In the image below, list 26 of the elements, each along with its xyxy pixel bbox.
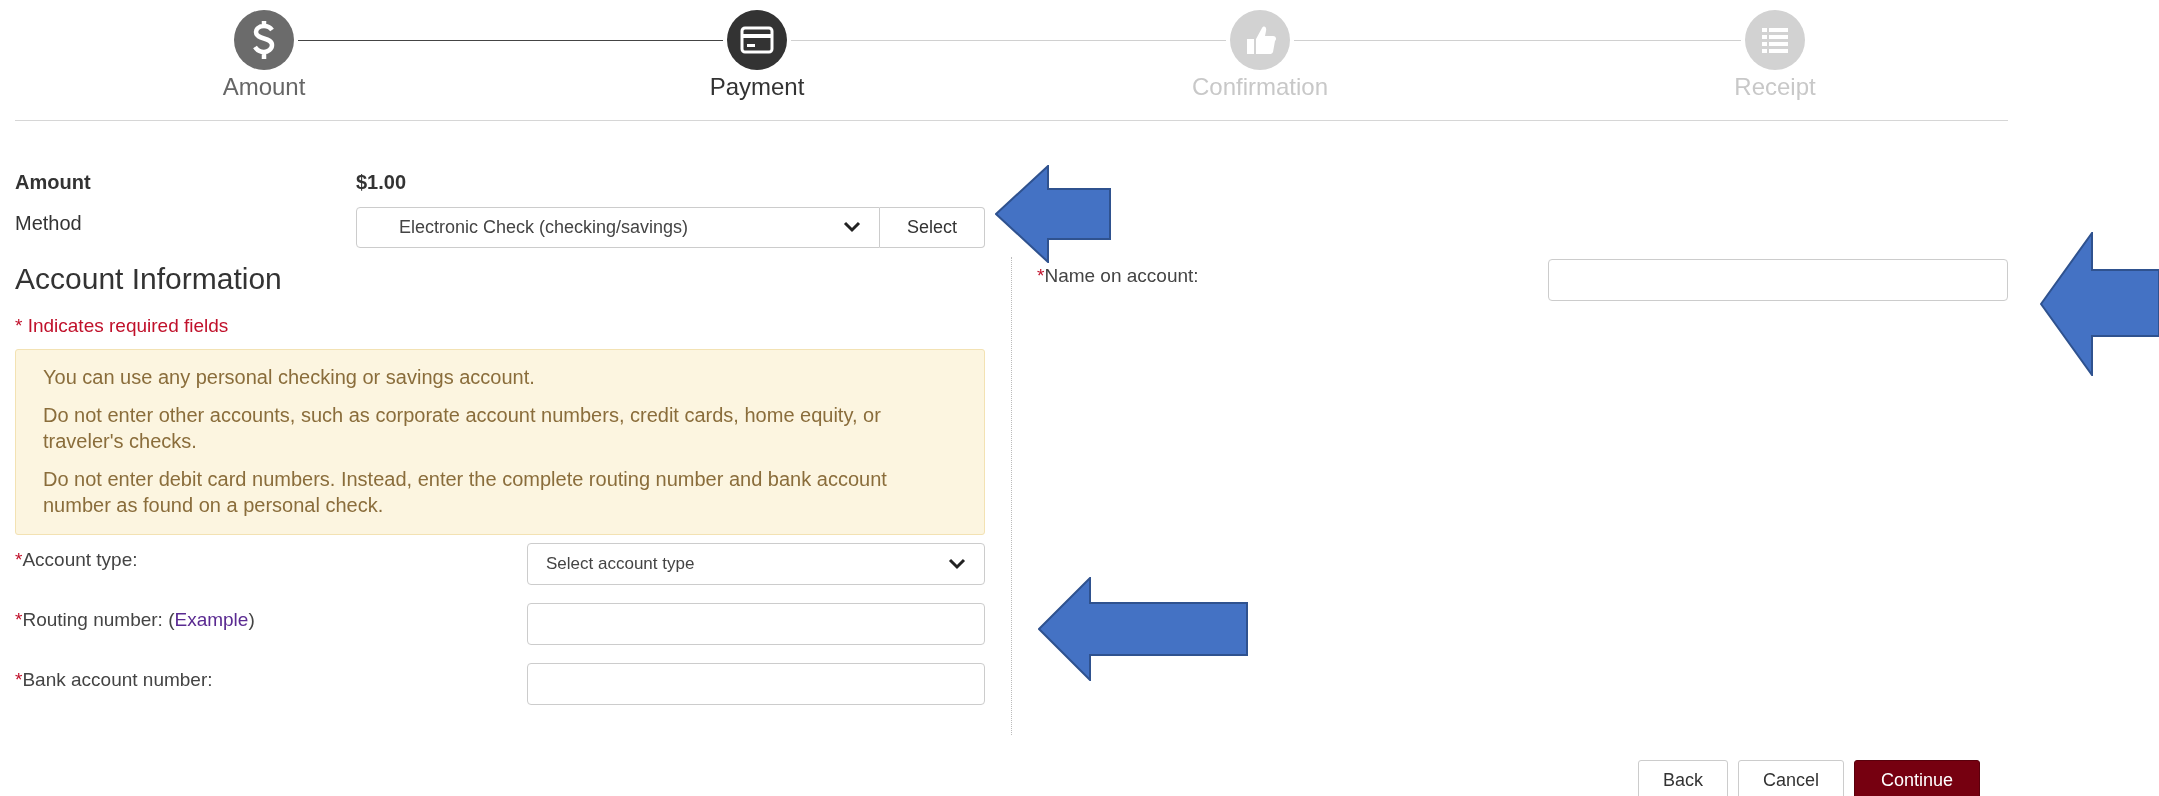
select-button[interactable]: Select [880,206,985,248]
secondary-button[interactable]: Back [1637,760,1728,796]
step-label: Amount [222,72,306,102]
field-label: *Bank account number: [15,668,214,692]
field-label: *Account type: [15,548,139,572]
notice-text: Do not enter other accounts, such as corporate account numbers, credit cards, home equity, or traveler's checks. [43,403,882,454]
section-heading: Account Information [15,261,283,297]
step-label: Payment [709,72,805,102]
required-note: * Indicates required fields [15,314,230,338]
account-type-dropdown[interactable]: Select account type [527,543,985,585]
continue-button[interactable]: Continue [1853,760,1980,796]
notice-text: Do not enter debit card numbers. Instead, enter the complete routing number and bank account number as found on a personal check. [43,467,888,518]
method-dropdown[interactable]: Electronic Check (checking/savings) [356,206,880,248]
input-field[interactable] [527,603,985,645]
input-field[interactable] [527,663,985,705]
field-label: *Routing number: (Example) [15,608,256,632]
notice-text: You can use any personal checking or savings account. [43,365,536,390]
amount-label: Amount [15,170,92,195]
input-field[interactable] [1548,259,2008,301]
method-label: Method [15,211,83,236]
example-link[interactable]: Example [174,609,249,630]
amount-value: $1.00 [356,170,407,195]
secondary-button[interactable]: Cancel [1737,760,1844,796]
field-label: *Name on account: [1037,264,1200,288]
chevron-down-icon [948,558,966,570]
chevron-down-icon [843,221,861,233]
